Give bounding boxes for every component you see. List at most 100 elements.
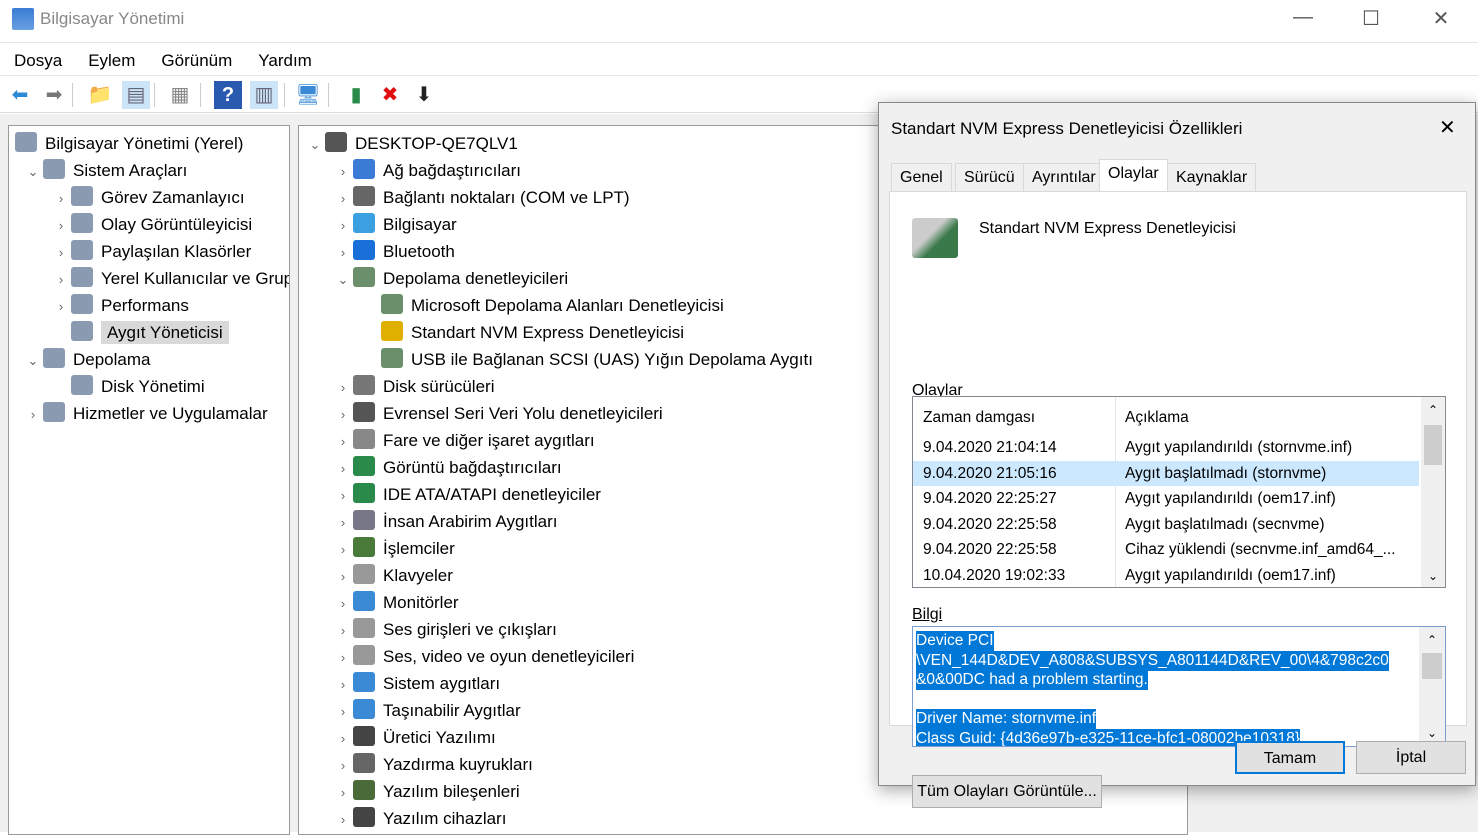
close-button[interactable]: ✕ [1418, 6, 1464, 34]
help-icon[interactable]: ? [214, 81, 242, 109]
tree-item-tas-nabilir-ayg-tlar[interactable]: › Taşınabilir Aygıtlar [333, 697, 521, 724]
tree-item-disk-yo-netimi[interactable]: Disk Yönetimi [51, 373, 205, 400]
chevron-right-icon[interactable]: › [333, 212, 353, 239]
tree-item-fare-ve-dig-er-is-aret-ayg-tlar[interactable]: › Fare ve diğer işaret aygıtları [333, 427, 595, 454]
tab-ayr-nt-lar[interactable]: Ayrıntılar [1023, 163, 1105, 191]
chevron-right-icon[interactable]: › [333, 185, 353, 212]
chevron-right-icon[interactable]: › [51, 293, 71, 320]
chevron-right-icon[interactable]: › [333, 617, 353, 644]
tree-item-yaz-l-m-cihazlar[interactable]: › Yazılım cihazları [333, 805, 506, 832]
tree-item-ses-video-ve-oyun-denetleyicileri[interactable]: › Ses, video ve oyun denetleyicileri [333, 643, 634, 670]
scan-hardware-icon[interactable]: 🖥 [294, 81, 322, 109]
chevron-right-icon[interactable]: › [333, 725, 353, 752]
tree-item-ide-ata-atapi-denetleyiciler[interactable]: › IDE ATA/ATAPI denetleyiciler [333, 481, 601, 508]
up-folder-icon[interactable]: 📁 [86, 81, 114, 109]
tree-item-ayg-t-yo-neticisi[interactable]: Aygıt Yöneticisi [51, 319, 229, 346]
tree-item-paylas-lan-klaso-rler[interactable]: › Paylaşılan Klasörler [51, 238, 251, 265]
tree-item-usb-ile-bag-lanan-scsi-uas-y-g-n-depolama-ayg-t[interactable]: USB ile Bağlanan SCSI (UAS) Yığın Depola… [361, 346, 813, 373]
minimize-button[interactable]: — [1280, 6, 1326, 34]
tree-item-go-rev-zamanlay-c[interactable]: › Görev Zamanlayıcı [51, 184, 245, 211]
info-scrollbar[interactable]: ⌃ ⌄ [1419, 627, 1445, 746]
tree-item-i-s-lemciler[interactable]: › İşlemciler [333, 535, 455, 562]
event-row[interactable]: 9.04.2020 22:25:27 Aygıt yapılandırıldı (… [913, 486, 1419, 511]
view-all-events-button[interactable]: Tüm Olayları Görüntüle... [912, 775, 1102, 808]
tree-item-u-retici-yaz-l-m[interactable]: › Üretici Yazılımı [333, 724, 496, 751]
chevron-right-icon[interactable]: › [333, 806, 353, 833]
update-driver-icon[interactable]: ▮ [342, 81, 370, 109]
tree-item-evrensel-seri-veri-yolu-denetleyicileri[interactable]: › Evrensel Seri Veri Yolu denetleyicileri [333, 400, 663, 427]
chevron-right-icon[interactable]: › [333, 752, 353, 779]
menu-dosya[interactable]: Dosya [0, 43, 74, 71]
tree-item-go-ru-ntu-bag-das-t-r-c-lar[interactable]: › Görüntü bağdaştırıcıları [333, 454, 562, 481]
chevron-right-icon[interactable]: › [51, 266, 71, 293]
tree-item-sistem-arac-lar[interactable]: ⌄ Sistem Araçları [23, 157, 187, 184]
chevron-down-icon[interactable]: ⌄ [305, 131, 325, 158]
chevron-down-icon[interactable]: ⌄ [23, 158, 43, 185]
tree-item-bluetooth[interactable]: › Bluetooth [333, 238, 455, 265]
event-row[interactable]: 9.04.2020 21:05:16 Aygıt başlatılmadı (st… [913, 460, 1419, 486]
back-icon[interactable]: ⬅ [6, 81, 34, 109]
tree-item-klavyeler[interactable]: › Klavyeler [333, 562, 453, 589]
tree-item-standart-nvm-express-denetleyicisi[interactable]: Standart NVM Express Denetleyicisi [361, 319, 684, 346]
event-row[interactable]: 10.04.2020 19:02:33 Aygıt yapılandırıldı … [913, 563, 1419, 588]
chevron-right-icon[interactable]: › [333, 509, 353, 536]
info-textbox[interactable]: ⌃ ⌄ Device PCI \VEN_144D&DEV_A808&SUBSYS_A… [912, 626, 1446, 747]
chevron-down-icon[interactable]: ⌄ [23, 347, 43, 374]
tree-item-yerel-kullan-c-lar-ve-gruplar[interactable]: › Yerel Kullanıcılar ve Gruplar [51, 265, 289, 293]
tree-item-sistem-ayg-tlar[interactable]: › Sistem aygıtları [333, 670, 500, 697]
events-list[interactable]: Zaman damgası Açıklama ⌃ ⌄ 9.04.2020 21:04… [912, 396, 1446, 588]
chevron-right-icon[interactable]: › [333, 374, 353, 401]
chevron-right-icon[interactable]: › [333, 698, 353, 725]
tree-item-hizmetler-ve-uygulamalar[interactable]: › Hizmetler ve Uygulamalar [23, 400, 268, 427]
tree-item-yazd-rma-kuyruklar[interactable]: › Yazdırma kuyrukları [333, 751, 533, 778]
tree-item-disk-su-ru-cu-leri[interactable]: › Disk sürücüleri [333, 373, 494, 400]
cancel-button[interactable]: İptal [1356, 741, 1466, 774]
tree-item-bilgisayar-yo-netimi-yerel[interactable]: Bilgisayar Yönetimi (Yerel) [9, 130, 243, 157]
chevron-right-icon[interactable]: › [333, 158, 353, 185]
chevron-right-icon[interactable]: › [333, 482, 353, 509]
tree-item-i-nsan-arabirim-ayg-tlar[interactable]: › İnsan Arabirim Aygıtları [333, 508, 558, 535]
dialog-close-button[interactable]: ✕ [1439, 115, 1456, 140]
tree-item-olay-go-ru-ntu-leyicisi[interactable]: › Olay Görüntüleyicisi [51, 211, 252, 238]
events-scrollbar[interactable]: ⌃ ⌄ [1421, 397, 1445, 587]
chevron-right-icon[interactable]: › [333, 563, 353, 590]
chevron-right-icon[interactable]: › [51, 212, 71, 239]
chevron-right-icon[interactable]: › [23, 401, 43, 428]
chevron-right-icon[interactable]: › [333, 401, 353, 428]
tree-item-performans[interactable]: › Performans [51, 292, 189, 319]
tree-item-ag-bag-das-t-r-c-lar[interactable]: › Ağ bağdaştırıcıları [333, 157, 521, 184]
chevron-right-icon[interactable]: › [333, 644, 353, 671]
tree-item-depolama-denetleyicileri[interactable]: ⌄ Depolama denetleyicileri [333, 265, 568, 292]
chevron-right-icon[interactable]: › [333, 779, 353, 806]
chevron-right-icon[interactable]: › [51, 239, 71, 266]
menu-eylem[interactable]: Eylem [74, 43, 147, 71]
menu-yard-m[interactable]: Yardım [244, 43, 324, 71]
ok-button[interactable]: Tamam [1235, 741, 1345, 774]
menu-go-ru-nu-m[interactable]: Görünüm [147, 43, 244, 71]
show-action-pane-icon[interactable]: ▥ [250, 81, 278, 109]
tree-item-ses-giris-leri-ve-c-k-s-lar[interactable]: › Ses girişleri ve çıkışları [333, 616, 557, 643]
event-row[interactable]: 9.04.2020 21:04:14 Aygıt yapılandırıldı (… [913, 435, 1419, 460]
column-header-timestamp[interactable]: Zaman damgası [923, 405, 1035, 430]
chevron-right-icon[interactable]: › [333, 671, 353, 698]
tab-olaylar[interactable]: Olaylar [1099, 159, 1168, 192]
chevron-right-icon[interactable]: › [333, 455, 353, 482]
tree-item-bilgisayar[interactable]: › Bilgisayar [333, 211, 457, 238]
tree-item-microsoft-depolama-alanlar-denetleyicisi[interactable]: Microsoft Depolama Alanları Denetleyicis… [361, 292, 724, 319]
chevron-down-icon[interactable]: ⌄ [333, 266, 353, 293]
chevron-right-icon[interactable]: › [333, 590, 353, 617]
chevron-right-icon[interactable]: › [333, 239, 353, 266]
tab-su-ru-cu[interactable]: Sürücü [955, 163, 1024, 191]
tree-item-depolama[interactable]: ⌄ Depolama [23, 346, 151, 373]
forward-icon[interactable]: ➡ [40, 81, 68, 109]
tree-item-desktop-qe7qlv1[interactable]: ⌄ DESKTOP-QE7QLV1 [305, 130, 518, 157]
tree-item-monito-rler[interactable]: › Monitörler [333, 589, 459, 616]
disable-icon[interactable]: ⬇ [410, 81, 438, 109]
tree-item-bag-lant-noktalar-com-ve-lpt[interactable]: › Bağlantı noktaları (COM ve LPT) [333, 184, 630, 211]
tree-item-yaz-l-m-biles-enleri[interactable]: › Yazılım bileşenleri [333, 778, 520, 805]
show-hide-tree-icon[interactable]: ▤ [122, 81, 150, 109]
chevron-right-icon[interactable]: › [51, 185, 71, 212]
tab-kaynaklar[interactable]: Kaynaklar [1167, 163, 1257, 191]
chevron-right-icon[interactable]: › [333, 428, 353, 455]
properties-icon[interactable]: ▦ [166, 81, 194, 109]
